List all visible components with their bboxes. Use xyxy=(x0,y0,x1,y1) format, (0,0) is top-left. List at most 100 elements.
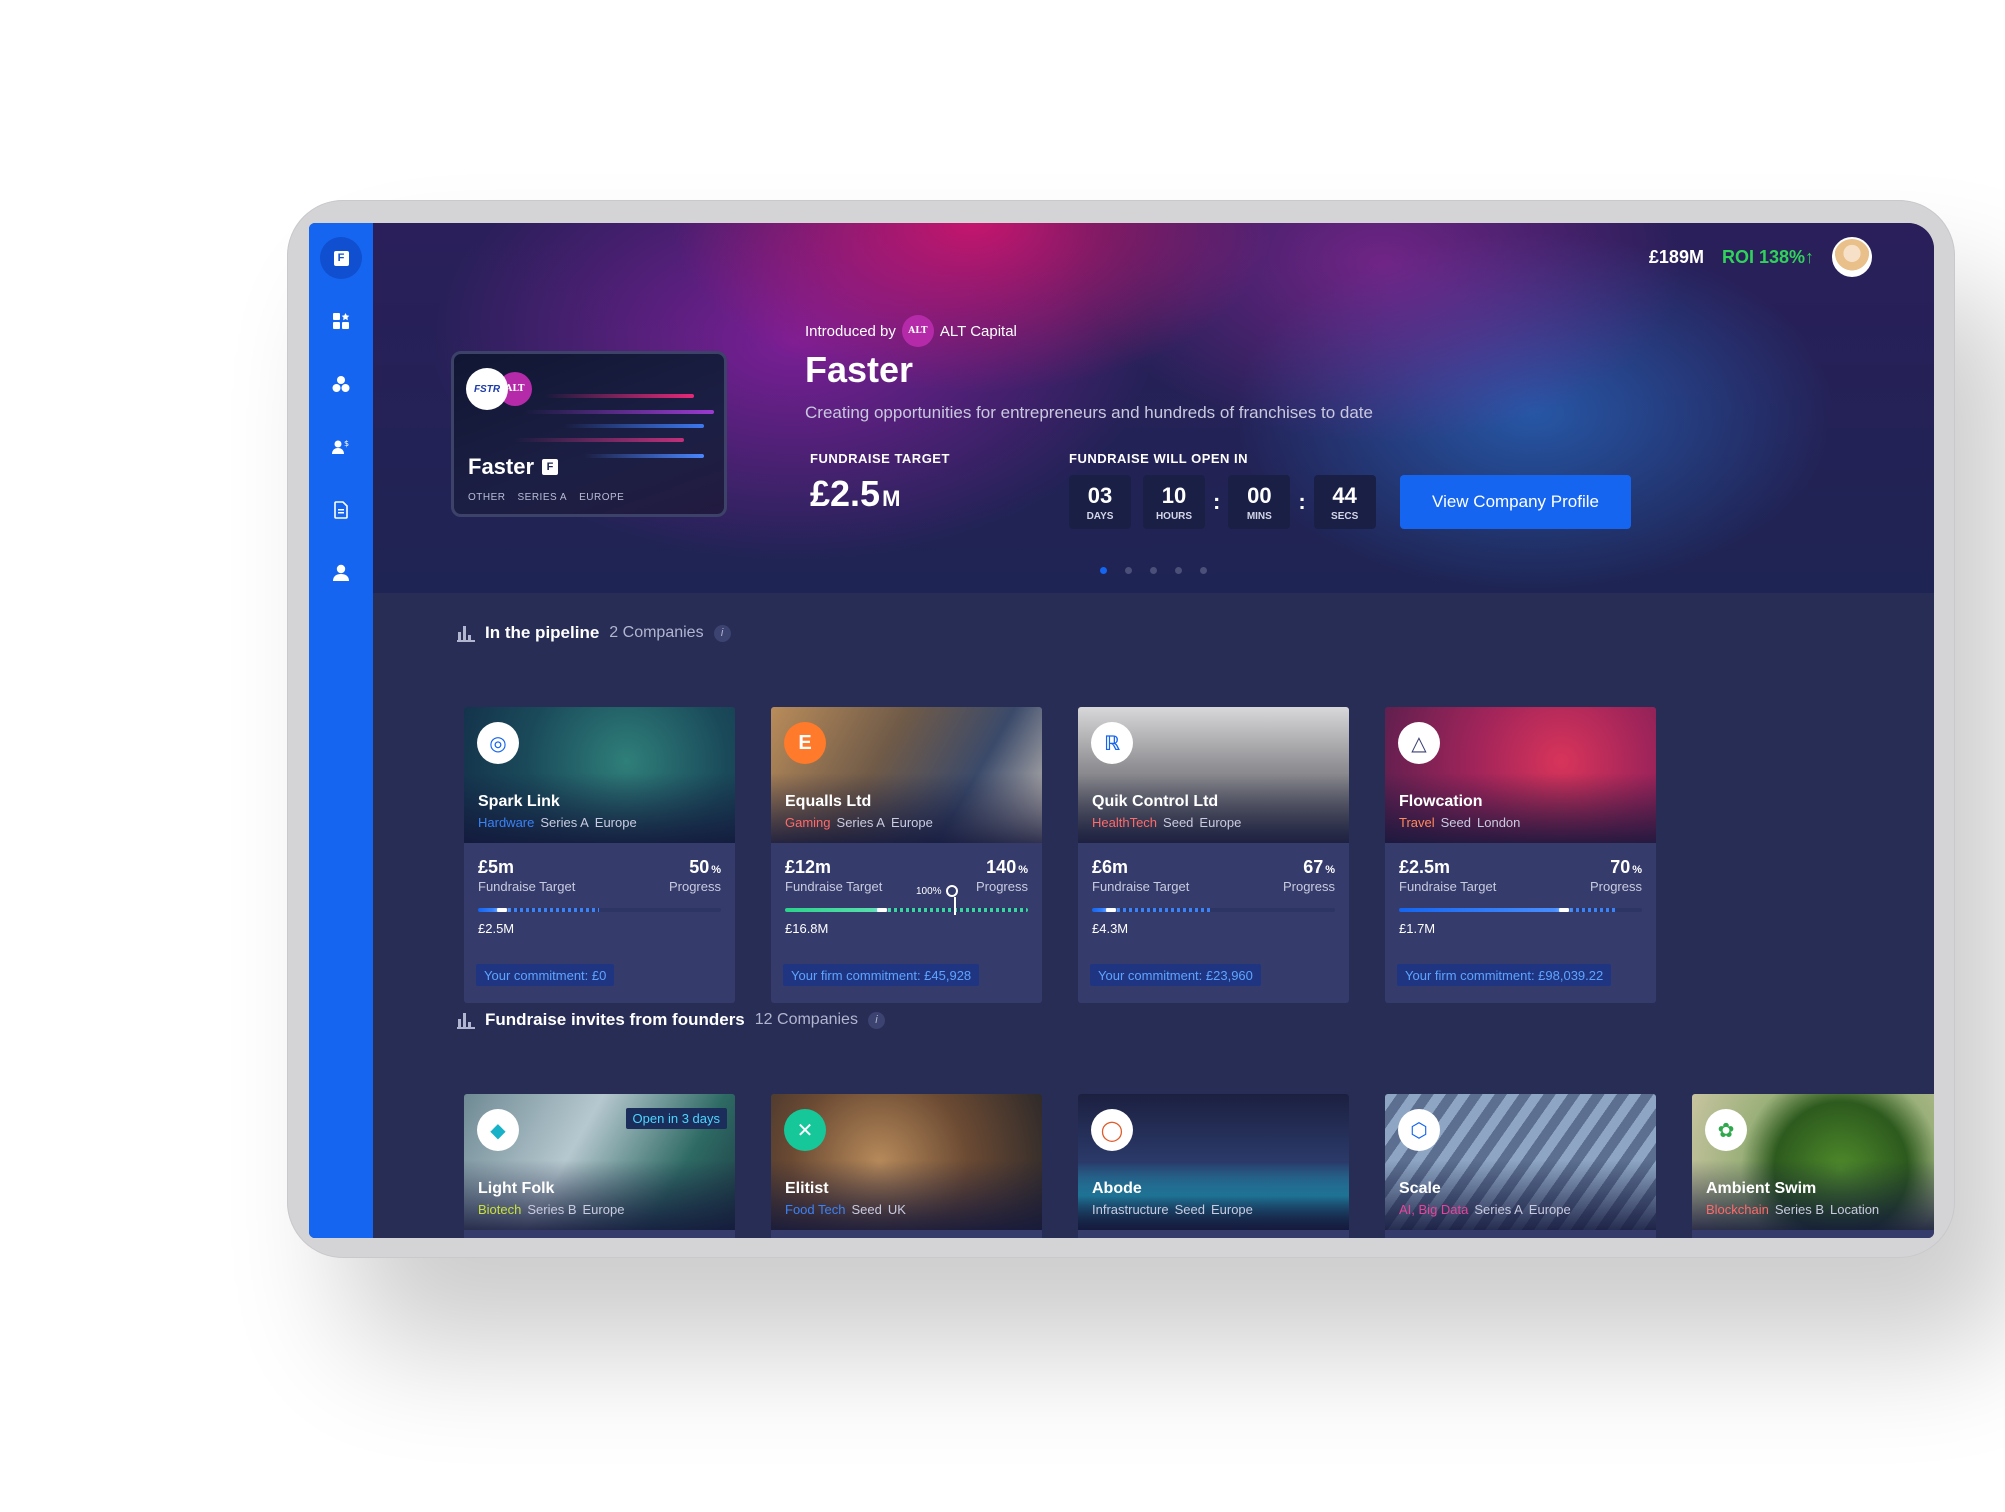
company-stage: Seed xyxy=(1440,815,1472,830)
amount-raised: £2.5M xyxy=(478,921,515,936)
investors-icon: $ xyxy=(332,439,349,454)
info-icon[interactable]: i xyxy=(713,624,731,642)
company-tags: Food Tech Seed UK xyxy=(785,1202,906,1217)
company-name: Abode xyxy=(1092,1180,1142,1197)
sidebar-item-dashboard[interactable] xyxy=(309,301,373,341)
featured-company-card[interactable]: FSTR ALT Faster F OTHER SERIES A EUROPE xyxy=(451,351,727,517)
featured-card-name-text: Faster xyxy=(468,454,535,479)
progress-unit: % xyxy=(1632,864,1642,876)
company-region: London xyxy=(1477,815,1521,830)
progress-percent: 70% xyxy=(1610,857,1642,878)
progress-bar-knob xyxy=(1559,908,1570,912)
company-tags: AI, Big Data Series A Europe xyxy=(1399,1202,1571,1217)
commitment-badge[interactable]: Your firm commitment: £98,039.22 xyxy=(1397,964,1612,986)
progress-value: 67 xyxy=(1303,857,1324,877)
info-icon[interactable]: i xyxy=(867,1011,885,1029)
carousel-dot[interactable] xyxy=(1200,567,1207,574)
company-stage: Series A xyxy=(540,815,589,830)
company-tags: Biotech Series B Europe xyxy=(478,1202,624,1217)
progress-bar-fill xyxy=(1399,908,1565,912)
countdown-value: 00 xyxy=(1247,482,1272,508)
carousel-dot[interactable] xyxy=(1175,567,1182,574)
tag-stage: SERIES A xyxy=(517,492,568,503)
progress-bar-pledged xyxy=(1111,908,1214,912)
company-stage: Series A xyxy=(836,815,885,830)
company-name: Light Folk xyxy=(478,1180,555,1197)
countdown-timer: 03 DAYS 10 HOURS : 00 MINS : 44 SECS xyxy=(1069,475,1376,529)
progress-value: 50 xyxy=(689,857,710,877)
company-region: Europe xyxy=(1528,1202,1571,1217)
countdown-days: 03 DAYS xyxy=(1069,475,1131,529)
pipeline-company-card[interactable]: ℝ Quik Control Ltd HealthTech Seed Europe £6m… xyxy=(1078,707,1349,1003)
pipeline-company-card[interactable]: E Equalls Ltd Gaming Series A Europe £12m Fund… xyxy=(771,707,1042,1003)
progress-bar xyxy=(1092,908,1335,912)
roi-indicator: ROI 138%↑ xyxy=(1721,246,1814,267)
invite-company-card[interactable]: ✿Ambient SwimBlockchainSeries BLocation£… xyxy=(1692,1094,1934,1238)
progress-value: 70 xyxy=(1610,857,1631,877)
countdown-separator: : xyxy=(1213,489,1221,514)
invite-company-card[interactable]: ⬡ScaleAI, Big DataSeries AEurope£100mFun… xyxy=(1385,1094,1656,1238)
opening-soon-badge: Open in 3 days xyxy=(625,1108,727,1129)
company-logo-icon: ◎ xyxy=(477,722,519,764)
fundraise-target-amount: £6m xyxy=(1092,857,1129,877)
sidebar-item-investors[interactable]: $ xyxy=(309,427,373,467)
progress-unit: % xyxy=(711,864,721,876)
fundraise-target-amount: £2.5m xyxy=(1399,857,1451,877)
sidebar-item-groups[interactable] xyxy=(309,364,373,404)
countdown-unit: MINS xyxy=(1246,510,1272,522)
company-sector: Food Tech xyxy=(785,1202,846,1217)
company-logo-icon: △ xyxy=(1398,722,1440,764)
carousel-dot[interactable] xyxy=(1125,567,1132,574)
card-streak xyxy=(524,410,714,414)
progress-unit: % xyxy=(1325,864,1335,876)
fundraise-target-amount: £12m xyxy=(785,857,832,877)
progress-percent: 140% xyxy=(986,857,1028,878)
progress-bar-knob xyxy=(1106,908,1117,912)
progress-bar-fill xyxy=(785,908,883,912)
company-region: Europe xyxy=(582,1202,625,1217)
fundraise-target-value: £2.5M xyxy=(810,473,900,515)
invite-company-card[interactable]: ✕ElitistFood TechSeedUK£8mFundraise Targ… xyxy=(771,1094,1042,1238)
view-company-profile-button[interactable]: View Company Profile xyxy=(1400,475,1631,529)
svg-text:$: $ xyxy=(344,439,349,448)
company-logo-icon: ◯ xyxy=(1091,1109,1133,1151)
progress-bar xyxy=(785,908,1028,912)
documents-icon xyxy=(334,501,348,519)
sidebar-item-profile[interactable] xyxy=(309,553,373,593)
progress-bar-knob xyxy=(877,908,888,912)
featured-card-name: Faster F xyxy=(468,454,559,480)
carousel-dots xyxy=(1100,567,1207,574)
tag-sector: OTHER xyxy=(468,492,506,503)
company-tags: Blockchain Series B Location xyxy=(1706,1202,1879,1217)
app-logo[interactable]: F xyxy=(320,237,362,279)
amount-raised: £4.3M xyxy=(1092,921,1129,936)
company-tags: HealthTech Seed Europe xyxy=(1092,815,1241,830)
commitment-badge[interactable]: Your commitment: £23,960 xyxy=(1090,964,1261,986)
progress-bar-pledged xyxy=(502,908,600,912)
user-avatar[interactable] xyxy=(1832,237,1872,277)
company-sector: Biotech xyxy=(478,1202,522,1217)
countdown-value: 03 xyxy=(1087,482,1113,508)
company-logo-icon: ✕ xyxy=(784,1109,826,1151)
featured-card-tags: OTHER SERIES A EUROPE xyxy=(468,492,624,503)
carousel-dot[interactable] xyxy=(1150,567,1157,574)
company-region: Europe xyxy=(890,815,933,830)
commitment-badge[interactable]: Your commitment: £0 xyxy=(476,964,615,986)
portfolio-summary: £189M ROI 138%↑ xyxy=(1649,237,1872,277)
pipeline-company-card[interactable]: △ Flowcation Travel Seed London £2.5m Fundrais… xyxy=(1385,707,1656,1003)
sidebar-item-documents[interactable] xyxy=(309,490,373,530)
carousel-dot[interactable] xyxy=(1100,567,1107,574)
pipeline-company-card[interactable]: ◎ Spark Link Hardware Series A Europe £5m Fund… xyxy=(464,707,735,1003)
introducer-name[interactable]: ALT Capital xyxy=(940,323,1017,340)
commitment-badge[interactable]: Your firm commitment: £45,928 xyxy=(783,964,980,986)
progress-label: Progress xyxy=(1282,879,1335,894)
invite-company-card[interactable]: ◯AbodeInfrastructureSeedEurope£16mFundra… xyxy=(1078,1094,1349,1238)
section-count: 12 Companies xyxy=(754,1011,858,1028)
company-name: Flowcation xyxy=(1399,793,1483,810)
countdown-hours: 10 HOURS xyxy=(1143,475,1205,529)
introduced-by: Introduced by ALT ALT Capital xyxy=(805,315,1017,347)
company-logo-icon: E xyxy=(784,722,826,764)
company-stage: Series B xyxy=(527,1202,577,1217)
fundraise-target-label: Fundraise Target xyxy=(1092,879,1190,894)
invite-company-card[interactable]: ◆ Open in 3 days Light Folk Biotech Series B… xyxy=(464,1094,735,1238)
